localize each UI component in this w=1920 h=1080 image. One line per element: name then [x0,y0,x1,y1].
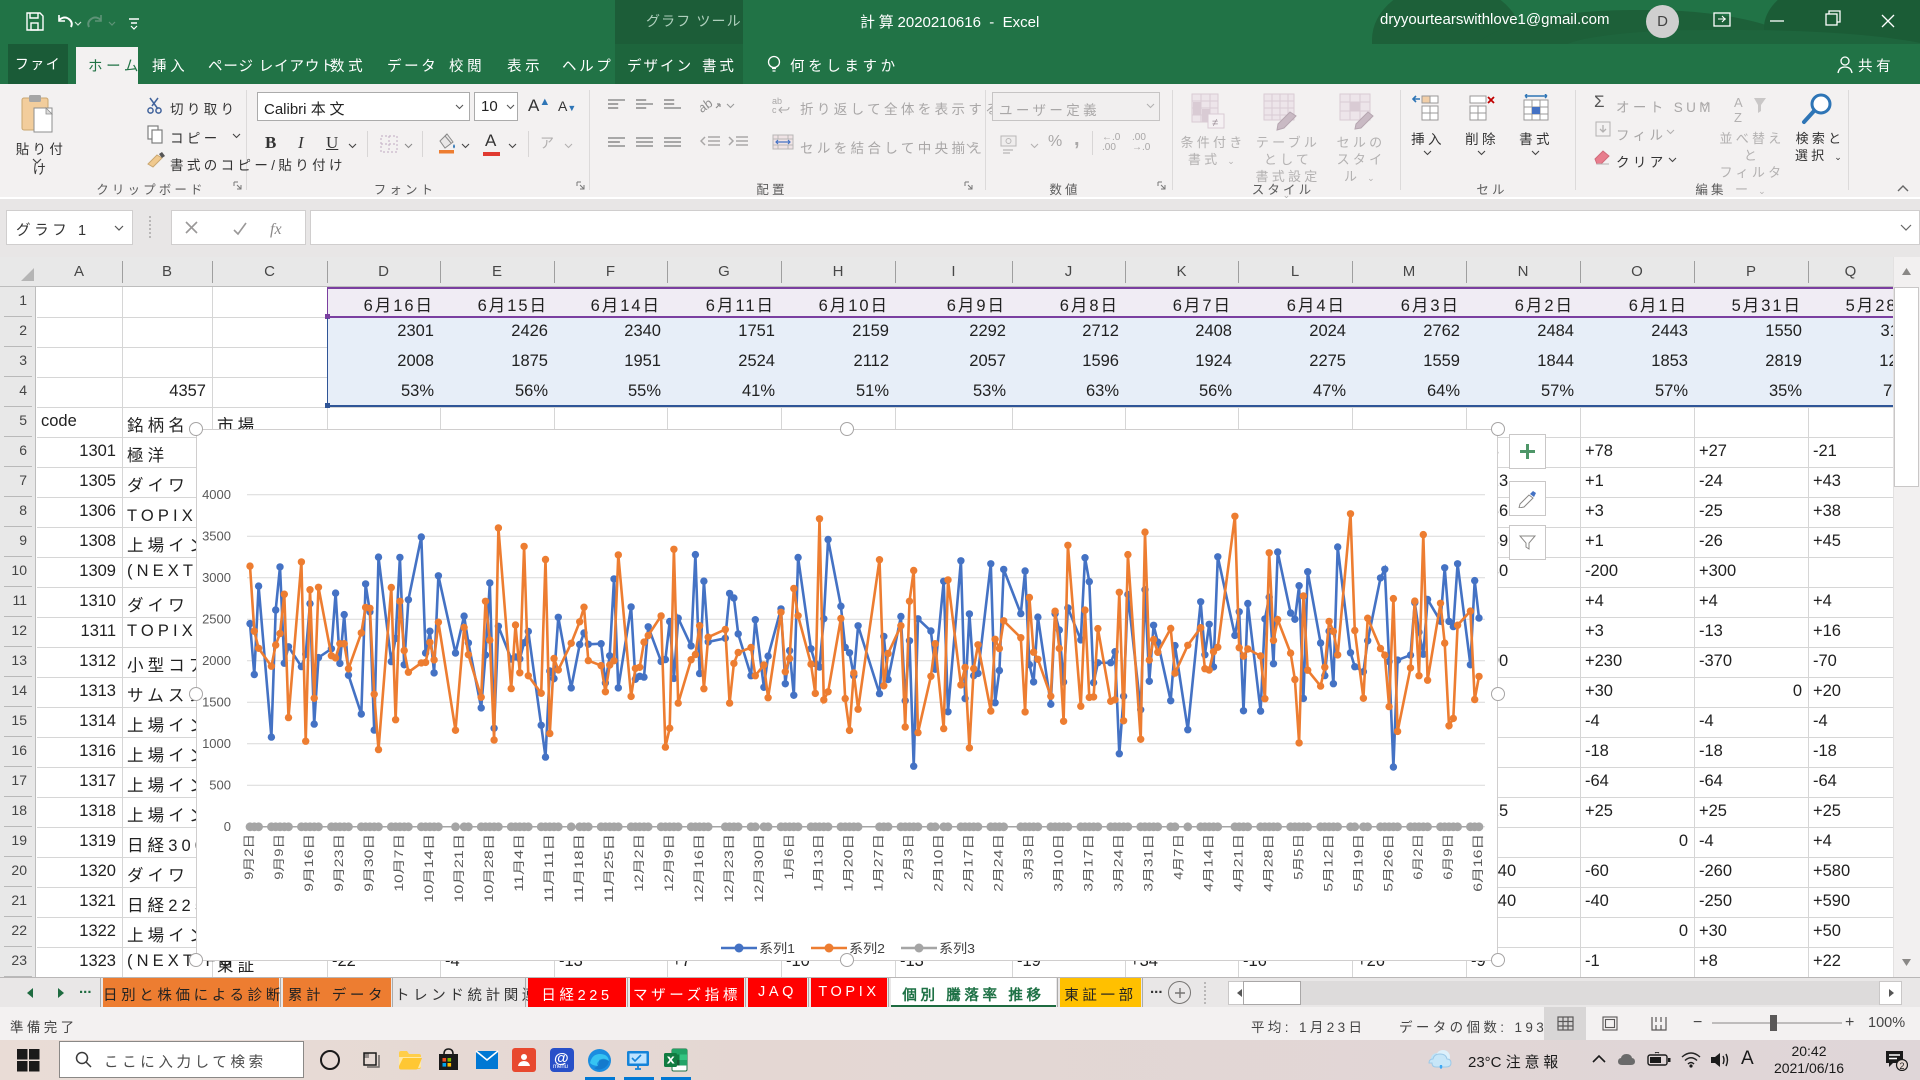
svg-text:5月26日: 5月26日 [1381,834,1395,892]
svg-text:3月3日: 3月3日 [1022,834,1036,880]
svg-text:3月24日: 3月24日 [1111,834,1125,892]
svg-text:3500: 3500 [202,529,231,544]
svg-text:6月16日: 6月16日 [1471,834,1485,892]
svg-text:fx: fx [270,221,282,238]
svg-text:4月28日: 4月28日 [1261,834,1275,892]
svg-text:1000: 1000 [202,736,231,751]
svg-text:9月23日: 9月23日 [332,834,346,892]
svg-text:3月17日: 3月17日 [1081,834,1095,892]
svg-text:2: 2 [1900,1061,1905,1071]
svg-text:系列1: 系列1 [759,941,795,956]
svg-text:5月5日: 5月5日 [1291,834,1305,880]
svg-text:3月31日: 3月31日 [1141,834,1155,892]
svg-text:ab: ab [700,95,715,115]
svg-text:11月4日: 11月4日 [512,834,526,892]
svg-text:9月9日: 9月9日 [272,834,286,880]
svg-text:10月14日: 10月14日 [422,834,436,903]
svg-text:2月24日: 2月24日 [992,834,1006,892]
svg-text:1月13日: 1月13日 [812,834,826,892]
svg-text:5月12日: 5月12日 [1321,834,1335,892]
svg-text:6月9日: 6月9日 [1441,834,1455,880]
svg-text:2月10日: 2月10日 [932,834,946,892]
svg-text:1500: 1500 [202,695,231,710]
svg-text:9月30日: 9月30日 [362,834,376,892]
svg-text:11月25日: 11月25日 [602,834,616,903]
svg-text:500: 500 [209,778,231,793]
svg-text:系列2: 系列2 [849,941,885,956]
svg-text:1月20日: 1月20日 [842,834,856,892]
svg-text:12月2日: 12月2日 [632,834,646,892]
svg-text:Z: Z [1734,110,1742,125]
svg-text:11月11日: 11月11日 [542,834,556,903]
svg-text:9月16日: 9月16日 [302,834,316,892]
svg-text:4月7日: 4月7日 [1171,834,1185,880]
svg-text:2月3日: 2月3日 [902,834,916,880]
svg-text:2500: 2500 [202,612,231,627]
svg-text:3月10日: 3月10日 [1051,834,1065,892]
svg-text:12月30日: 12月30日 [752,834,766,903]
svg-text:3000: 3000 [202,570,231,585]
svg-text:系列3: 系列3 [939,941,975,956]
svg-text:≠: ≠ [1212,117,1218,129]
svg-text:12月9日: 12月9日 [662,834,676,892]
svg-text:c: c [772,105,777,115]
svg-text:11月18日: 11月18日 [572,834,586,903]
svg-text:4月14日: 4月14日 [1201,834,1215,892]
svg-text:10月7日: 10月7日 [392,834,406,892]
svg-text:9月2日: 9月2日 [242,834,256,880]
svg-text:12月16日: 12月16日 [692,834,706,903]
svg-text:12月23日: 12月23日 [722,834,736,903]
svg-text:10月28日: 10月28日 [482,834,496,903]
svg-text:2月17日: 2月17日 [962,834,976,892]
svg-text:1月27日: 1月27日 [872,834,886,892]
svg-text:4000: 4000 [202,487,231,502]
svg-text:6月2日: 6月2日 [1411,834,1425,880]
svg-text:A: A [1734,95,1743,110]
svg-text:2000: 2000 [202,653,231,668]
svg-text:4月21日: 4月21日 [1231,834,1245,892]
svg-text:5月19日: 5月19日 [1351,834,1365,892]
svg-text:0: 0 [224,819,231,834]
svg-text:10月21日: 10月21日 [452,834,466,903]
svg-text:1月6日: 1月6日 [782,834,796,880]
